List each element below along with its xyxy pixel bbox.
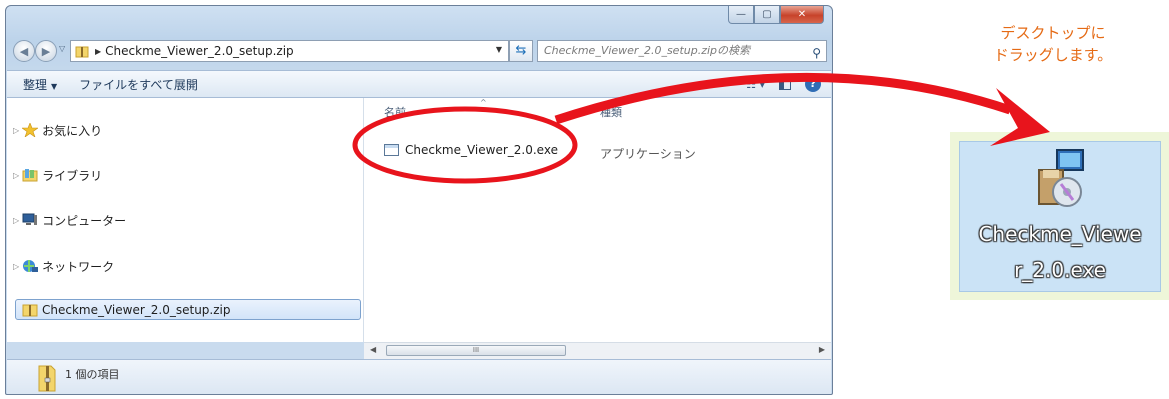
- drag-arrow-line: [554, 72, 1012, 125]
- drag-arrow-head: [990, 88, 1050, 146]
- highlight-ellipse: [352, 106, 578, 184]
- drag-annotation-overlay: [352, 72, 1050, 184]
